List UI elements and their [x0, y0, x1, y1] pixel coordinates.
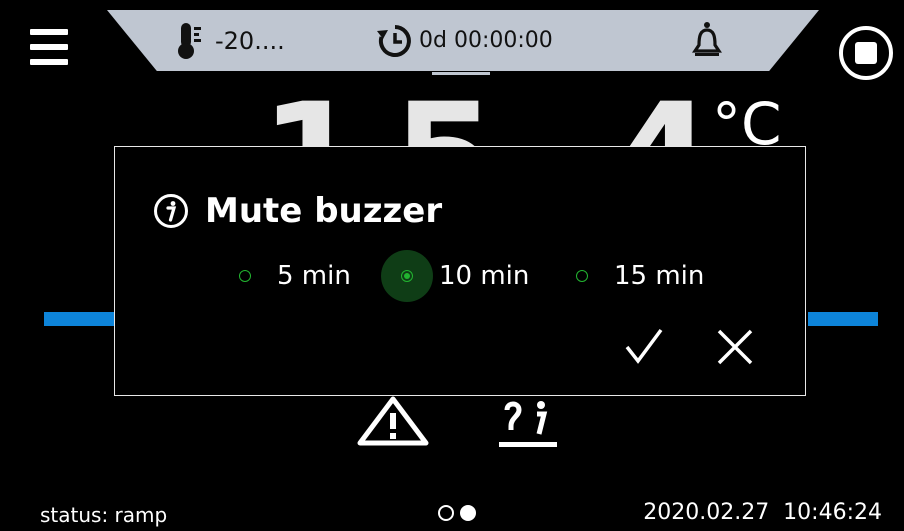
confirm-button[interactable] — [623, 327, 665, 367]
option-5-min[interactable]: 5 min — [235, 253, 351, 299]
setpoint-bar-right — [808, 312, 878, 326]
page-dot-2-active[interactable] — [460, 505, 476, 521]
timer-icon — [377, 24, 411, 57]
option-label: 10 min — [439, 261, 530, 291]
mute-buzzer-dialog: Mute buzzer 5 min 10 min 15 min — [114, 146, 806, 396]
stop-icon — [839, 26, 893, 80]
status-text: status: ramp — [40, 503, 168, 527]
warning-icon — [357, 396, 429, 446]
duration-options: 5 min 10 min 15 min — [235, 250, 735, 302]
info-icon — [154, 194, 188, 228]
alarm-indicator[interactable] — [692, 10, 722, 71]
close-icon — [717, 329, 753, 365]
radio-button-selected[interactable] — [401, 270, 413, 282]
program-info-icon — [499, 401, 557, 447]
radio-button[interactable] — [576, 270, 588, 282]
option-10-min[interactable]: 10 min — [381, 250, 530, 302]
menu-button[interactable] — [30, 27, 70, 67]
check-icon — [625, 328, 663, 364]
stop-button[interactable] — [836, 25, 896, 81]
info-button[interactable] — [497, 396, 559, 454]
menu-icon-line — [30, 44, 68, 50]
option-label: 5 min — [277, 261, 351, 291]
temperature-value: -20.... — [215, 26, 285, 55]
dialog-title: Mute buzzer — [205, 191, 443, 231]
thermometer-icon — [178, 22, 201, 59]
top-status-bar: -20.... 0d 00:00:00 — [107, 10, 819, 71]
menu-icon-line — [30, 59, 68, 65]
page-indicator — [438, 505, 482, 521]
cancel-button[interactable] — [715, 327, 755, 367]
option-label: 15 min — [614, 261, 705, 291]
date-time: 2020.02.27 10:46:24 — [643, 500, 882, 525]
menu-icon-line — [30, 29, 68, 35]
temperature-unit: °C — [712, 90, 782, 158]
warning-button[interactable] — [357, 396, 429, 446]
radio-button[interactable] — [239, 270, 251, 282]
option-15-min[interactable]: 15 min — [572, 253, 704, 299]
dialog-header: Mute buzzer — [153, 189, 442, 233]
temperature-indicator[interactable]: -20.... — [177, 10, 285, 71]
timer-indicator[interactable]: 0d 00:00:00 — [375, 10, 553, 71]
bell-icon — [692, 21, 722, 56]
timer-value: 0d 00:00:00 — [419, 28, 553, 53]
setpoint-bar-left — [44, 312, 116, 326]
page-dot-1[interactable] — [438, 505, 454, 521]
